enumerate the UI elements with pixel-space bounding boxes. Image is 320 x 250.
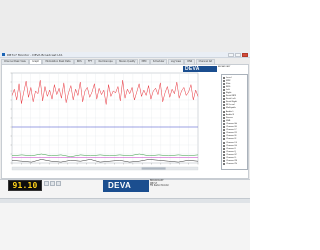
legend-swatch[interactable] [223,82,225,85]
play-button[interactable] [44,181,49,186]
legend-label: Channel J [226,150,236,153]
legend-label: Channel I [226,147,236,150]
legend-label: Peak Left [226,98,236,101]
close-button[interactable] [242,52,248,57]
maximize-button[interactable] [235,52,241,57]
legend-label: Audio R [226,113,235,116]
horizontal-scrollbar[interactable] [11,166,199,171]
info-line [6,192,246,197]
legend-swatch[interactable] [223,107,225,110]
legend-label: Audio L [226,110,234,113]
legend-swatch[interactable] [223,98,225,101]
scrollbar-thumb[interactable] [141,167,166,170]
record-button[interactable] [56,181,61,186]
device-info-line: FM Radio Monitor [150,184,169,188]
legend-label: Stereo [226,116,233,119]
legend-swatch[interactable] [223,95,225,98]
legend-swatch[interactable] [223,150,225,153]
legend-swatch[interactable] [223,135,225,138]
legend-swatch[interactable] [223,122,225,125]
legend-swatch[interactable] [223,126,225,129]
legend-label: MPX [226,79,231,82]
channel-legend: Level MPX Pilot RDS Left Right Peak MPX Peak Le… [221,74,248,170]
legend-label: Channel A [226,122,237,125]
legend-swatch[interactable] [223,147,225,150]
legend-label: Channel N [226,163,237,166]
legend-swatch[interactable] [223,76,225,79]
legend-label: Multipath [226,107,236,110]
legend-label: RDS [226,85,231,88]
transport-controls [44,181,61,186]
deva-bottom-logo: DEVA [103,180,149,192]
legend-swatch[interactable] [223,85,225,88]
stop-button[interactable] [50,181,55,186]
graph-plot[interactable] [4,71,200,171]
title-bar: DB7x7 Monitor - DEVA Broadcast Ltd. [0,52,250,58]
legend-label: Channel E [226,135,237,138]
legend-item[interactable]: Channel N [223,163,246,166]
legend-swatch[interactable] [223,113,225,116]
legend-label: Channel M [226,160,237,163]
legend-label: SNR [226,119,231,122]
legend-label: Left [226,88,230,91]
app-window: DB7x7 Monitor - DEVA Broadcast Ltd. Chan… [0,0,250,250]
frequency-display: 91.10 [8,180,42,191]
device-info: BROADCAST DB7x7 FM Radio Monitor [150,179,246,188]
legend-swatch[interactable] [223,141,225,144]
legend-label: Right [226,92,232,95]
app-icon [2,53,5,56]
legend-swatch[interactable] [223,119,225,122]
legend-label: Level [226,76,232,79]
legend-swatch[interactable] [223,110,225,113]
legend-label: Channel H [226,144,237,147]
legend-swatch[interactable] [223,88,225,91]
legend-label: Peak MPX [226,95,237,98]
legend-label: Pilot [226,82,231,85]
legend-label: Channel G [226,141,237,144]
legend-swatch[interactable] [223,104,225,107]
legend-swatch[interactable] [223,79,225,82]
status-bar [0,198,250,203]
legend-label: Channel D [226,132,237,135]
legend-label: Channel C [226,129,237,132]
brand-small-text: BROADCAST [218,66,231,68]
legend-swatch[interactable] [223,101,225,104]
legend-swatch[interactable] [223,138,225,141]
legend-swatch[interactable] [223,129,225,132]
legend-label: Peak Right [226,101,238,104]
window-controls [228,52,248,57]
window-title: DB7x7 Monitor - DEVA Broadcast Ltd. [7,52,64,57]
legend-label: Channel K [226,153,237,156]
legend-swatch[interactable] [223,156,225,159]
legend-swatch[interactable] [223,132,225,135]
legend-swatch[interactable] [223,144,225,147]
legend-swatch[interactable] [223,153,225,156]
legend-swatch[interactable] [223,163,225,166]
legend-swatch[interactable] [223,160,225,163]
legend-swatch[interactable] [223,116,225,119]
legend-swatch[interactable] [223,92,225,95]
minimize-button[interactable] [228,52,234,57]
legend-label: Channel B [226,126,237,129]
legend-label: Channel L [226,156,237,159]
legend-label: Channel F [226,138,237,141]
